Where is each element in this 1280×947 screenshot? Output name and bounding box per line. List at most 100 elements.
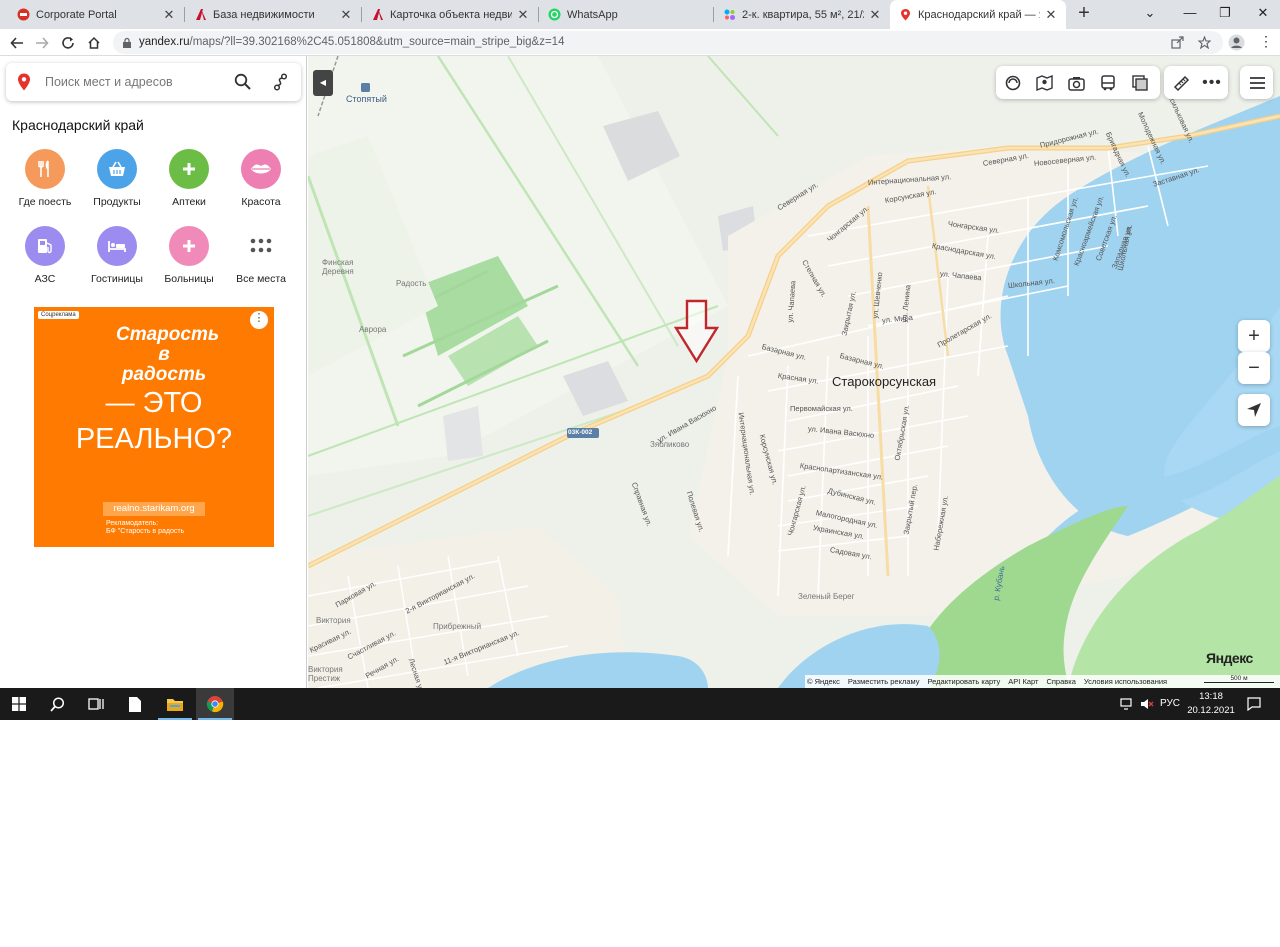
zoom-out-button[interactable]: − [1238,352,1270,384]
input-language[interactable]: РУС [1160,698,1180,709]
close-tab-icon[interactable]: ✕ [162,7,176,23]
edit-map-link[interactable]: Редактировать карту [928,677,1001,686]
tab-search-icon[interactable]: ⌄ [1135,3,1165,23]
lips-icon [241,149,281,189]
tab-yandex-maps[interactable]: Краснодарский край — Яндекс ✕ [890,0,1066,29]
scale-label: 500 м [1204,675,1274,683]
windows-logo-icon [12,697,26,711]
more-tools-icon[interactable]: ••• [1202,74,1221,92]
system-clock[interactable]: 13:18 20.12.2021 [1186,690,1236,718]
map-label-village: Финская Деревня [322,258,354,276]
close-tab-icon[interactable]: ✕ [868,7,882,23]
map-label-village: Зеленый Берег [798,592,855,601]
api-link[interactable]: API Карт [1008,677,1038,686]
tab-corporate-portal[interactable]: Corporate Portal ✕ [8,0,184,29]
volume-muted-icon[interactable] [1140,698,1154,710]
ad-menu-icon[interactable]: ⋮ [250,311,268,329]
share-icon[interactable] [1171,36,1184,49]
ad-brand: Старость в радость [116,324,220,385]
clock-date: 20.12.2021 [1187,705,1235,716]
tab-real-estate-db[interactable]: База недвижимости ✕ [185,0,361,29]
help-link[interactable]: Справка [1046,677,1075,686]
collapse-sidebar-button[interactable]: ◀ [313,70,333,96]
tab-whatsapp[interactable]: WhatsApp [539,0,713,29]
category-beauty[interactable]: Красота [225,149,297,208]
basket-icon [97,149,137,189]
task-view-button[interactable] [77,688,115,720]
map-canvas[interactable]: Стопятый Финская Деревня Радость Аврора … [308,56,1280,688]
my-location-button[interactable] [1238,394,1270,426]
map-label-village: Прибрежный [433,622,482,631]
forward-button[interactable] [32,33,52,53]
search-box[interactable]: Поиск мест и адресов [6,63,301,101]
close-window-button[interactable]: ✕ [1248,3,1278,23]
terms-link[interactable]: Условия использования [1084,677,1167,686]
reload-icon [62,37,74,49]
close-tab-icon[interactable]: ✕ [516,7,530,23]
tab-title: WhatsApp [567,8,618,21]
tab-object-card[interactable]: Карточка объекта недвижимо ✕ [362,0,538,29]
fork-knife-icon [25,149,65,189]
arrow-left-icon [10,37,23,49]
star-icon[interactable] [1198,36,1211,49]
chrome-icon [206,696,224,713]
blank-area [0,720,1280,947]
bus-icon[interactable] [1099,74,1117,92]
category-food[interactable]: Где поесть [9,149,81,208]
map-label-town: Старокорсунская [832,374,937,389]
minimize-button[interactable]: — [1175,3,1205,23]
network-icon[interactable] [1120,698,1134,710]
close-tab-icon[interactable]: ✕ [339,7,353,23]
map-layers-icon[interactable] [1131,74,1149,92]
restore-button[interactable]: ❐ [1210,3,1240,23]
back-button[interactable] [7,33,27,53]
search-input[interactable]: Поиск мест и адресов [45,75,173,89]
ad-link[interactable]: realno.starikam.org [103,502,205,516]
panorama-icon[interactable] [1035,74,1053,92]
hamburger-menu-icon [1248,74,1266,92]
notifications-icon[interactable] [1247,697,1261,711]
category-hotels[interactable]: Гостиницы [81,226,153,285]
category-all-places[interactable]: Все места [225,226,297,285]
traffic-icon[interactable] [1004,74,1022,92]
map-label-village: Виктория Престиж [308,665,343,683]
category-gas-stations[interactable]: АЗС [9,226,81,285]
ruler-icon[interactable] [1172,74,1190,92]
browser-menu-icon[interactable]: ⋮ [1259,34,1273,48]
advertisement-banner[interactable]: Соцреклама ⋮ Старость в радость — ЭТО РЕ… [34,307,274,547]
tab-apartment-listing[interactable]: 2-к. квартира, 55 м², 21/24 эт ✕ [714,0,890,29]
zoom-in-button[interactable]: + [1238,320,1270,352]
start-button[interactable] [0,688,38,720]
address-bar[interactable]: yandex.ru/maps/?ll=39.302168%2C45.051808… [113,31,1223,54]
profile-avatar-icon[interactable] [1228,34,1245,51]
route-icon[interactable] [273,73,289,91]
ad-tag: Соцреклама [38,311,79,319]
category-hospitals[interactable]: Больницы [153,226,225,285]
category-pharmacies[interactable]: Аптеки [153,149,225,208]
taskbar-notepad[interactable] [116,688,154,720]
new-tab-button[interactable]: + [1073,3,1095,25]
taskbar-chrome[interactable] [196,688,234,720]
map-tools-toolbar: ••• [1164,66,1228,99]
fuel-icon [25,226,65,266]
ad-advertiser-line: Рекламодатель: [106,520,159,527]
copyright-link[interactable]: © Яндекс [807,677,840,686]
category-groceries[interactable]: Продукты [81,149,153,208]
home-icon [88,36,100,49]
real-estate-db-icon [193,8,207,22]
hospital-plus-icon [169,226,209,266]
advertise-link[interactable]: Разместить рекламу [848,677,920,686]
camera-icon[interactable] [1067,74,1085,92]
navigation-arrow-icon [1247,403,1261,417]
taskbar-file-explorer[interactable] [156,688,194,720]
search-icon[interactable] [234,73,251,90]
map-base-layer [308,56,1280,688]
reload-button[interactable] [58,33,78,53]
category-label: Аптеки [172,196,206,208]
taskbar-search-button[interactable] [38,688,76,720]
home-button[interactable] [84,33,104,53]
main-menu-button[interactable] [1240,66,1273,99]
road-number-label: 03К-002 [568,429,593,436]
windows-taskbar: РУС 13:18 20.12.2021 [0,688,1280,720]
close-tab-icon[interactable]: ✕ [1044,7,1058,23]
